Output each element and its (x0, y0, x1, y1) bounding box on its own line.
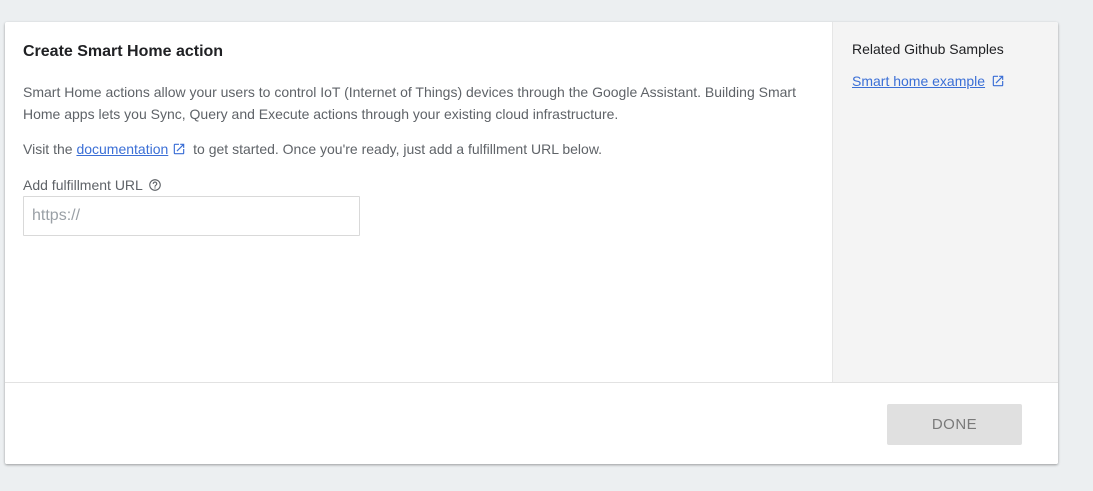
open-in-new-icon[interactable] (991, 74, 1005, 88)
visit-suffix: to get started. Once you're ready, just … (189, 141, 603, 157)
done-button[interactable]: DONE (887, 404, 1022, 445)
page-title: Create Smart Home action (23, 43, 224, 60)
description-text: Smart Home actions allow your users to c… (23, 84, 796, 122)
main-panel: Create Smart Home action Smart Home acti… (5, 22, 832, 382)
visit-prefix: Visit the (23, 141, 77, 157)
related-samples-sidebar: Related Github Samples Smart home exampl… (832, 22, 1058, 382)
documentation-link[interactable]: documentation (76, 141, 168, 157)
create-action-card: Create Smart Home action Smart Home acti… (5, 22, 1058, 464)
card-footer: DONE (5, 382, 1058, 464)
fulfillment-url-label: Add fulfillment URL (23, 174, 162, 196)
help-circle-icon[interactable] (148, 178, 162, 192)
related-samples-title: Related Github Samples (852, 41, 1004, 57)
open-in-new-icon[interactable] (172, 142, 186, 156)
visit-docs-text: Visit the documentation to get started. … (23, 138, 602, 160)
fulfillment-url-label-text: Add fulfillment URL (23, 177, 143, 193)
smart-home-example-link[interactable]: Smart home example (852, 73, 985, 89)
smart-home-example-link-row[interactable]: Smart home example (852, 73, 1008, 89)
fulfillment-url-input[interactable] (23, 196, 360, 236)
